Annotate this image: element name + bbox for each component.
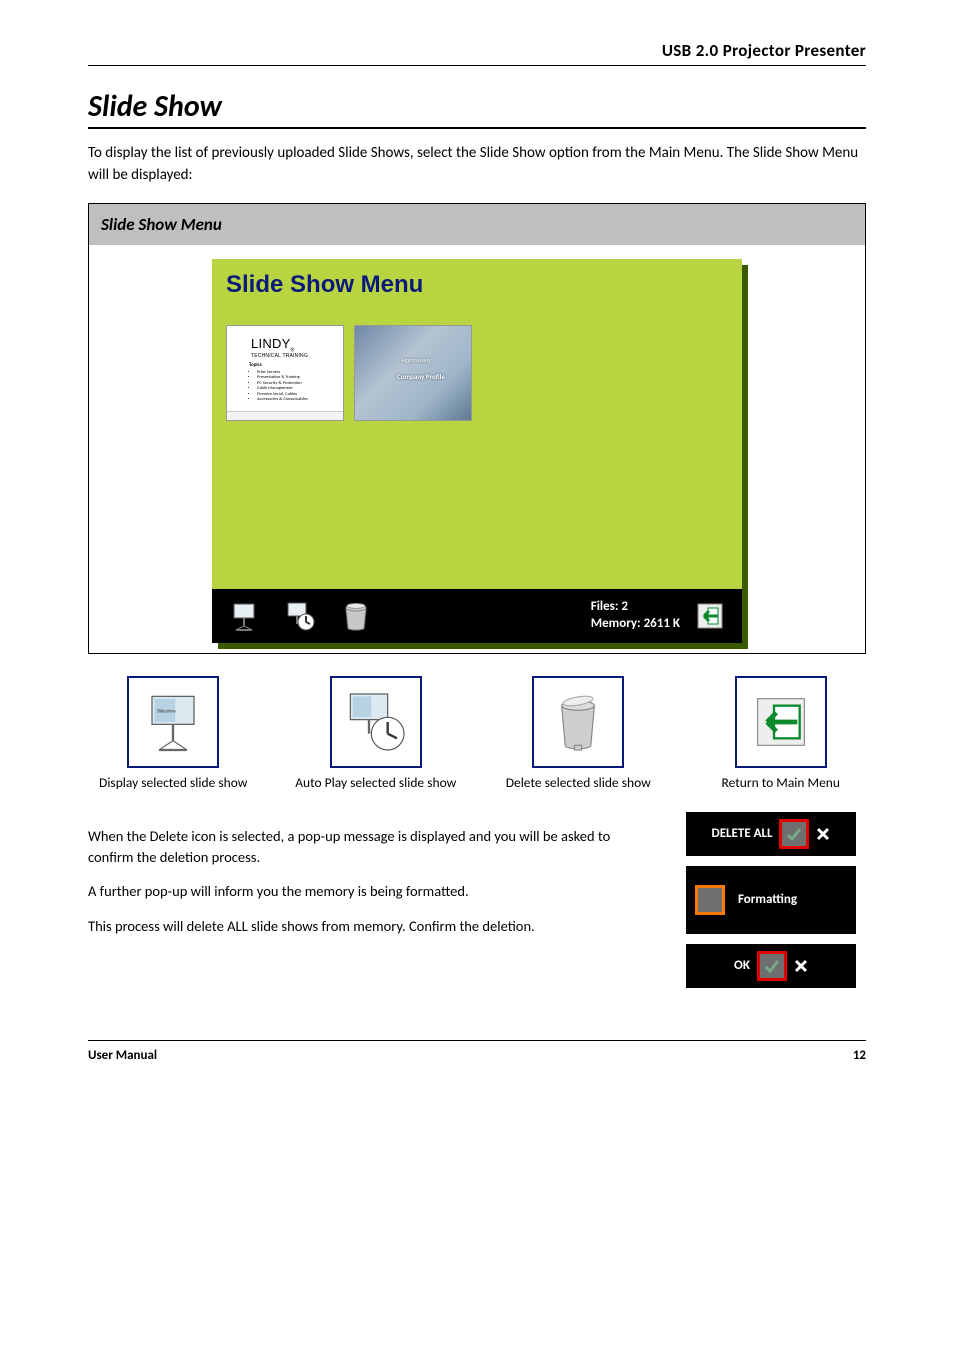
delete-popup-line: When the Delete icon is selected, a pop-… bbox=[88, 826, 656, 867]
slide-preview: Aggressively Company Profile bbox=[355, 326, 471, 420]
icon-caption: Delete selected slide show bbox=[493, 774, 664, 792]
slideshow-panel-header: Slide Show Menu bbox=[89, 204, 865, 245]
icon-block-autoplay: Auto Play selected slide show bbox=[291, 676, 462, 792]
slide1-topics: Topics Print Servers Presentation & Trai… bbox=[249, 362, 308, 403]
exit-icon[interactable] bbox=[694, 600, 726, 632]
delete-popup-line: A further pop-up will inform you the mem… bbox=[88, 881, 656, 901]
footer-right: 12 bbox=[853, 1048, 866, 1063]
page-footer: User Manual 12 bbox=[88, 1048, 866, 1063]
popup-formatting: Formatting bbox=[686, 866, 856, 934]
slide1-logo: LINDY® TECHNICAL TRAINING bbox=[251, 336, 308, 360]
icon-caption: Return to Main Menu bbox=[696, 774, 867, 792]
footer-left: User Manual bbox=[88, 1048, 157, 1063]
slide1-footer bbox=[227, 411, 343, 420]
autoplay-icon[interactable] bbox=[284, 600, 316, 632]
slideshow-panel-body: Slide Show Menu 1 LINDY® TECHNICAL TRAIN… bbox=[89, 245, 865, 653]
formatting-indicator-icon bbox=[698, 888, 722, 912]
delete-popup-figures: DELETE ALL Formatting OK bbox=[676, 812, 866, 988]
return-menu-icon[interactable] bbox=[735, 676, 827, 768]
icon-block-display: Slideshow Display selected slide show bbox=[88, 676, 259, 792]
intro-paragraph: To display the list of previously upload… bbox=[88, 143, 866, 187]
toolbar-stats: Files: 2 Memory: 2611 K bbox=[591, 599, 680, 632]
popup-delete-label: DELETE ALL bbox=[712, 826, 773, 841]
divider bbox=[88, 1040, 866, 1041]
popup-delete-all: DELETE ALL bbox=[686, 812, 856, 856]
icon-block-return: Return to Main Menu bbox=[696, 676, 867, 792]
delete-popup-text: When the Delete icon is selected, a pop-… bbox=[88, 812, 656, 951]
delete-icon[interactable] bbox=[340, 600, 372, 632]
confirm-check-icon[interactable] bbox=[760, 954, 784, 978]
section-title: Slide Show bbox=[88, 88, 866, 125]
screenshot-panel: Slide Show Menu 1 LINDY® TECHNICAL TRAIN… bbox=[212, 259, 742, 589]
divider bbox=[88, 65, 866, 66]
icon-captions-row: Slideshow Display selected slide show Au… bbox=[88, 676, 866, 792]
popup-ok: OK bbox=[686, 944, 856, 988]
cancel-cross-icon[interactable] bbox=[816, 827, 830, 841]
confirm-check-icon[interactable] bbox=[782, 822, 806, 846]
slide-thumbnail[interactable]: 1 LINDY® TECHNICAL TRAINING Topics Print bbox=[226, 325, 344, 421]
screenshot-title: Slide Show Menu bbox=[226, 271, 728, 299]
popup-formatting-label: Formatting bbox=[738, 892, 797, 907]
autoplay-slideshow-icon[interactable] bbox=[330, 676, 422, 768]
divider bbox=[88, 127, 866, 129]
display-slideshow-icon[interactable]: Slideshow bbox=[127, 676, 219, 768]
icon-caption: Display selected slide show bbox=[88, 774, 259, 792]
slideshow-panel: Slide Show Menu Slide Show Menu 1 LINDY® bbox=[88, 203, 866, 654]
brand-title: USB 2.0 Projector Presenter bbox=[88, 40, 866, 61]
slide-preview: LINDY® TECHNICAL TRAINING Topics Print S… bbox=[227, 326, 343, 420]
slide-thumbnail[interactable]: 2 Aggressively Company Profile bbox=[354, 325, 472, 421]
svg-text:Slideshow: Slideshow bbox=[157, 709, 177, 714]
delete-slideshow-icon[interactable] bbox=[532, 676, 624, 768]
screenshot: Slide Show Menu 1 LINDY® TECHNICAL TRAIN… bbox=[212, 259, 742, 643]
cancel-cross-icon[interactable] bbox=[794, 959, 808, 973]
display-icon[interactable] bbox=[228, 600, 260, 632]
screenshot-toolbar: Files: 2 Memory: 2611 K bbox=[212, 589, 742, 643]
popup-ok-label: OK bbox=[734, 958, 750, 973]
icon-block-delete: Delete selected slide show bbox=[493, 676, 664, 792]
delete-popup-section: When the Delete icon is selected, a pop-… bbox=[88, 812, 866, 988]
delete-popup-line: This process will delete ALL slide shows… bbox=[88, 916, 656, 936]
page: USB 2.0 Projector Presenter Slide Show T… bbox=[0, 0, 954, 1351]
icon-caption: Auto Play selected slide show bbox=[291, 774, 462, 792]
toolbar-icons bbox=[228, 600, 372, 632]
thumbnail-row: 1 LINDY® TECHNICAL TRAINING Topics Print bbox=[226, 325, 728, 421]
slide1-topic-list: Print Servers Presentation & Training PC… bbox=[257, 370, 308, 403]
